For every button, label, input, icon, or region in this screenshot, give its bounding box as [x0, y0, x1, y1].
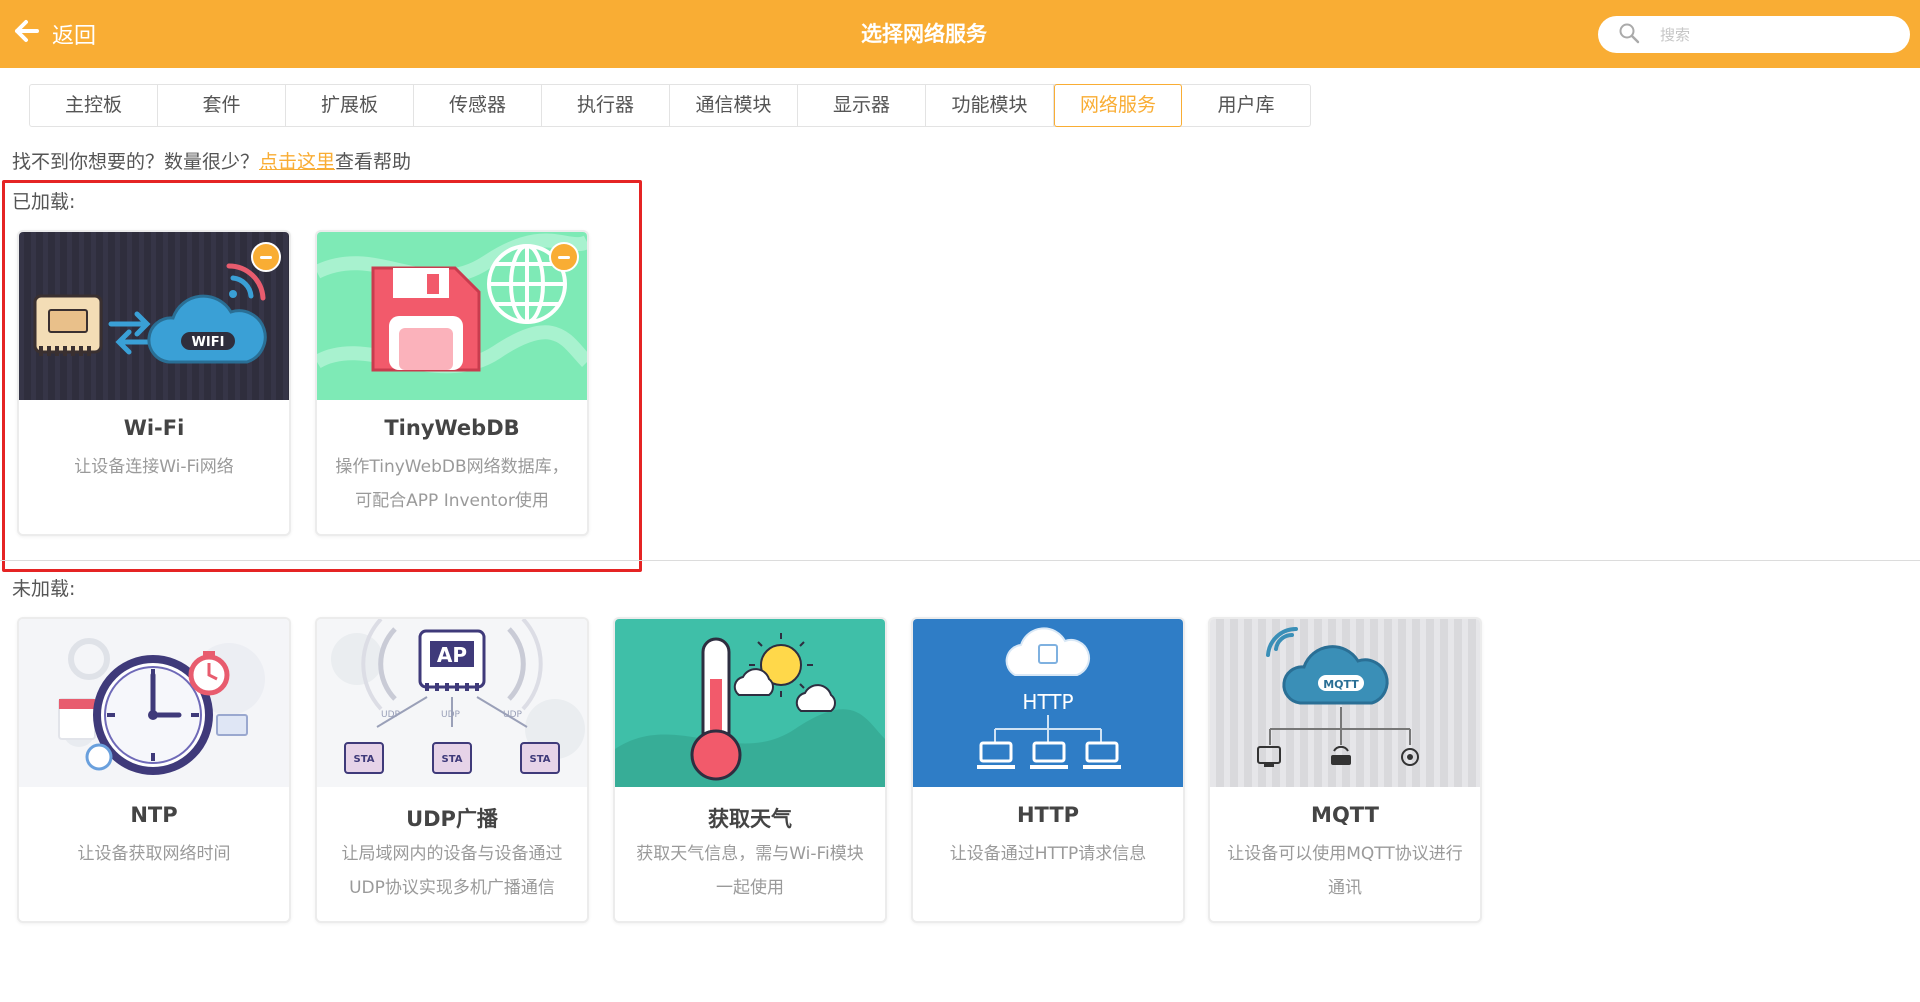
- extension-card-mqtt[interactable]: MQTT MQTT 让设备可以使用MQTT协议进行通讯: [1208, 617, 1482, 923]
- sta-image-text: STA: [442, 754, 463, 765]
- tab-main-board[interactable]: 主控板: [30, 85, 158, 126]
- tab-display[interactable]: 显示器: [798, 85, 926, 126]
- card-title: UDP广播: [406, 807, 498, 831]
- database-globe-icon: [317, 232, 587, 400]
- unloaded-label: 未加载:: [12, 578, 76, 600]
- card-title: HTTP: [1016, 803, 1080, 827]
- card-title: NTP: [130, 803, 178, 827]
- search-icon: [1618, 22, 1640, 48]
- help-text: 找不到你想要的？数量很少？点击这里查看帮助: [12, 147, 411, 174]
- card-title: Wi-Fi: [123, 416, 185, 440]
- card-description: 让设备连接Wi-Fi网络: [74, 457, 234, 477]
- card-description: 获取天气信息，需与Wi-Fi模块一起使用: [636, 844, 864, 898]
- section-divider: [0, 560, 1920, 561]
- mqtt-cloud-icon: MQTT: [1210, 619, 1480, 787]
- card-title: TinyWebDB: [384, 416, 520, 440]
- sta-image-text: STA: [530, 754, 551, 765]
- card-description: 让设备通过HTTP请求信息: [949, 844, 1147, 864]
- help-prefix: 找不到你想要的？数量很少？: [12, 151, 260, 173]
- extension-card-ntp[interactable]: NTP 让设备获取网络时间: [17, 617, 291, 923]
- tab-kit[interactable]: 套件: [158, 85, 286, 126]
- search-input[interactable]: [1660, 25, 1890, 44]
- tab-expansion-board[interactable]: 扩展板: [286, 85, 414, 126]
- mqtt-image-text: MQTT: [1323, 678, 1359, 691]
- tab-communication[interactable]: 通信模块: [670, 85, 798, 126]
- udp-image-text: UDP: [381, 710, 401, 720]
- card-description: 操作TinyWebDB网络数据库，可配合APP Inventor使用: [335, 457, 569, 511]
- card-description: 让局域网内的设备与设备通过UDP协议实现多机广播通信: [341, 844, 563, 898]
- http-image-text: HTTP: [1022, 690, 1073, 714]
- extension-card-udp[interactable]: AP UDP UDP UDP STA STA STA UDP广播 让局域网内的设…: [315, 617, 589, 923]
- loaded-label: 已加载:: [12, 191, 76, 213]
- tab-actuator[interactable]: 执行器: [542, 85, 670, 126]
- wifi-image-text: WIFI: [192, 335, 225, 350]
- search-box[interactable]: [1598, 16, 1910, 53]
- card-description: 让设备可以使用MQTT协议进行通讯: [1227, 844, 1463, 898]
- tab-user-library[interactable]: 用户库: [1182, 85, 1310, 126]
- weather-thermometer-icon: [615, 619, 885, 787]
- wifi-board-icon: WIFI: [19, 232, 289, 400]
- tab-network-service[interactable]: 网络服务: [1054, 84, 1182, 127]
- unload-button-tinywebdb[interactable]: [549, 242, 579, 272]
- clock-icon: [19, 619, 289, 787]
- card-description: 让设备获取网络时间: [77, 844, 231, 864]
- extension-card-weather[interactable]: 获取天气 获取天气信息，需与Wi-Fi模块一起使用: [613, 617, 887, 923]
- page-title: 选择网络服务: [861, 22, 987, 46]
- ap-image-text: AP: [437, 643, 467, 667]
- card-title: MQTT: [1311, 803, 1379, 827]
- unload-button-wifi[interactable]: [251, 242, 281, 272]
- card-title: 获取天气: [708, 807, 792, 831]
- http-cloud-icon: HTTP: [913, 619, 1183, 787]
- extension-card-wifi[interactable]: WIFI Wi-Fi 让设备连接Wi-Fi网络: [17, 230, 291, 536]
- udp-network-icon: AP UDP UDP UDP STA STA STA: [317, 619, 587, 787]
- udp-image-text: UDP: [503, 710, 523, 720]
- sta-image-text: STA: [354, 754, 375, 765]
- help-link[interactable]: 点击这里: [259, 151, 335, 173]
- tab-function-module[interactable]: 功能模块: [926, 85, 1054, 126]
- top-bar: 返回 选择网络服务: [0, 0, 1920, 68]
- extension-card-tinywebdb[interactable]: TinyWebDB 操作TinyWebDB网络数据库，可配合APP Invent…: [315, 230, 589, 536]
- extension-card-http[interactable]: HTTP HTTP 让设备通过HTTP请求信息: [911, 617, 1185, 923]
- tab-sensor[interactable]: 传感器: [414, 85, 542, 126]
- category-tabs: 主控板 套件 扩展板 传感器 执行器 通信模块 显示器 功能模块 网络服务 用户…: [29, 84, 1311, 127]
- help-suffix: 查看帮助: [335, 151, 412, 173]
- udp-image-text: UDP: [441, 710, 461, 720]
